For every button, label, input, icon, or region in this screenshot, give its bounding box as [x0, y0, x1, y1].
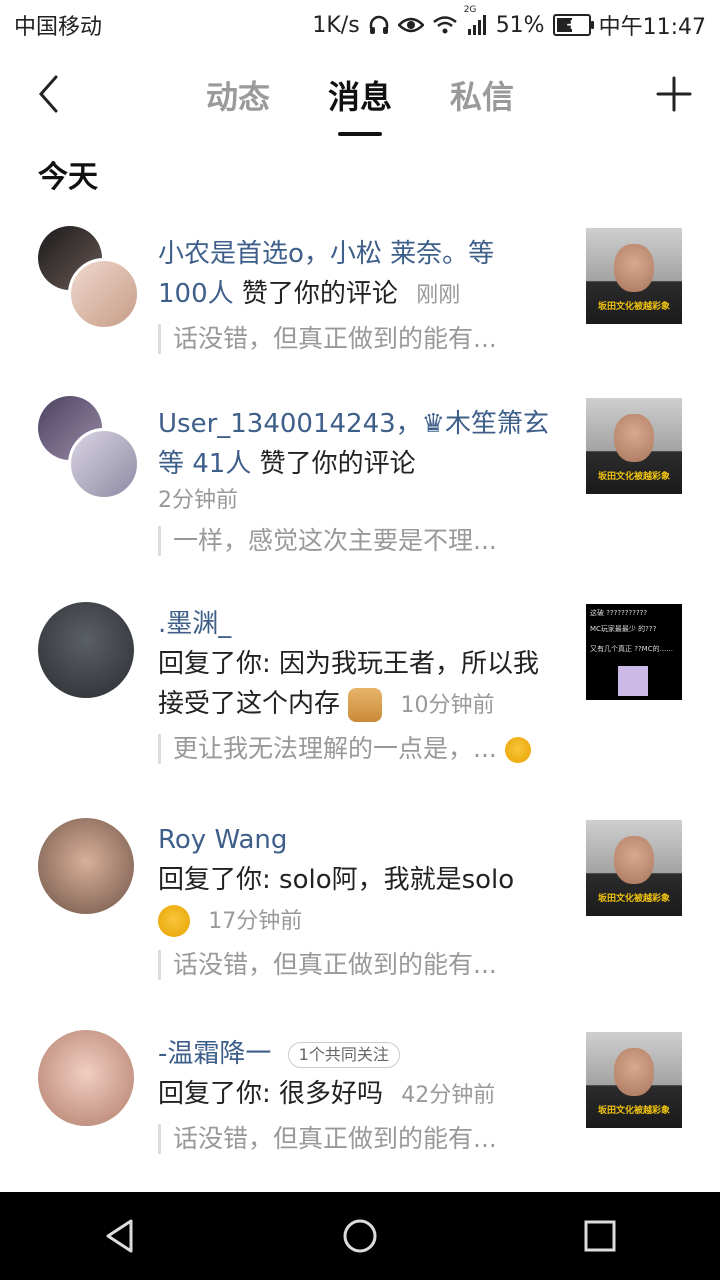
action-text: 赞了你的评论 [259, 449, 416, 479]
thumbnail-line: 这破 ??????????? [590, 609, 648, 617]
cell-signal-icon: 2G [464, 5, 488, 35]
reply-text: 回复了你: 很多好吗 [158, 1079, 384, 1109]
avatar [38, 818, 134, 914]
nav-recents-button[interactable] [570, 1206, 630, 1266]
nav-back-button[interactable] [90, 1206, 150, 1266]
list-item[interactable]: User_1340014243，♛木笙箫玄 等 41人 赞了你的评论 2分钟前 … [0, 396, 720, 556]
add-button[interactable] [654, 72, 694, 116]
square-recents-icon [584, 1220, 616, 1252]
avatar-group[interactable] [38, 1030, 134, 1126]
circle-home-icon [343, 1219, 377, 1253]
like-count[interactable]: 100人 [158, 279, 234, 309]
timestamp: 42分钟前 [401, 1083, 496, 1108]
battery-percent: 51% [495, 12, 545, 38]
thumbnail-caption: 坂田文化被越彩象 [597, 302, 670, 312]
eye-icon [397, 15, 424, 35]
system-nav-bar [0, 1192, 720, 1280]
action-text: 赞了你的评论 [241, 279, 398, 309]
thumbnail-caption: 坂田文化被越彩象 [597, 894, 670, 904]
tab-private-messages[interactable]: 私信 [446, 72, 518, 118]
user-name[interactable]: .墨渊_ [158, 609, 231, 639]
emoji-icon [158, 904, 190, 937]
avatar [68, 258, 140, 330]
top-header: 动态 消息 私信 [0, 50, 720, 140]
plus-icon [656, 76, 692, 112]
signal-tag: 2G [463, 5, 477, 15]
quoted-comment[interactable]: 话没错，但真正做到的能有... [158, 1124, 558, 1154]
reply-text: 回复了你: solo阿，我就是solo [158, 865, 515, 895]
avatar-group[interactable] [38, 818, 134, 914]
quoted-comment[interactable]: 话没错，但真正做到的能有... [158, 324, 558, 354]
doge-emoji-icon [348, 687, 383, 722]
tab-dynamics[interactable]: 动态 [202, 72, 274, 118]
thumbnail-line: 又有几个真正 ??MC的...... [590, 645, 673, 653]
like-count[interactable]: 等 41人 [158, 449, 251, 479]
triangle-back-icon [106, 1219, 133, 1253]
post-thumbnail[interactable]: 这破 ??????????? MC玩家最最少 的??? 又有几个真正 ??MC的… [586, 604, 682, 700]
mutual-follow-badge: 1个共同关注 [287, 1041, 400, 1068]
post-thumbnail[interactable]: 坂田文化被越彩象 [586, 398, 682, 494]
timestamp: 刚刚 [416, 283, 461, 308]
list-item[interactable]: 小农是首选o，小松 莱奈。等 100人 赞了你的评论 刚刚 话没错，但真正做到的… [0, 226, 720, 376]
timestamp: 2分钟前 [158, 488, 238, 513]
avatar-group[interactable] [38, 396, 140, 500]
post-thumbnail[interactable]: 坂田文化被越彩象 [586, 1032, 682, 1128]
quoted-comment-wrap[interactable]: 更让我无法理解的一点是，... [158, 734, 558, 764]
timestamp: 17分钟前 [208, 909, 303, 934]
avatar [38, 602, 134, 698]
wifi-icon [432, 15, 458, 35]
user-names[interactable]: User_1340014243，♛木笙箫玄 [158, 409, 549, 439]
timestamp: 10分钟前 [400, 693, 495, 718]
avatar-group[interactable] [38, 602, 134, 698]
headphones-icon [368, 14, 390, 36]
clock: 中午11:47 [598, 15, 706, 40]
status-bar: 中国移动 1K/s 2G 51% + 中午11:47 [0, 0, 720, 50]
thumbnail-line: MC玩家最最少 的??? [590, 625, 657, 633]
avatar [68, 428, 140, 500]
post-thumbnail[interactable]: 坂田文化被越彩象 [586, 820, 682, 916]
quoted-comment[interactable]: 一样，感觉这次主要是不理... [158, 526, 558, 556]
user-names[interactable]: 小农是首选o，小松 莱奈。等 [158, 239, 494, 269]
avatar [38, 1030, 134, 1126]
carrier-name: 中国移动 [14, 15, 103, 40]
post-thumbnail[interactable]: 坂田文化被越彩象 [586, 228, 682, 324]
user-name[interactable]: Roy Wang [158, 825, 287, 855]
nav-home-button[interactable] [330, 1206, 390, 1266]
list-item[interactable]: Roy Wang 回复了你: solo阿，我就是solo 17分钟前 话没错，但… [0, 818, 720, 998]
network-speed: 1K/s [312, 12, 360, 38]
thumbnail-caption: 坂田文化被越彩象 [597, 472, 670, 482]
user-name[interactable]: -温霜降一 [158, 1039, 271, 1069]
emoji-icon [504, 737, 531, 763]
section-title-today: 今天 [38, 160, 98, 195]
list-item[interactable]: .墨渊_ 回复了你: 因为我玩王者，所以我接受了这个内存 10分钟前 更让我无法… [0, 602, 720, 782]
tab-bar: 动态 消息 私信 [0, 50, 720, 140]
thumbnail-caption: 坂田文化被越彩象 [597, 1106, 670, 1116]
tab-messages[interactable]: 消息 [324, 72, 396, 118]
battery-icon: + [552, 14, 594, 36]
list-item[interactable]: -温霜降一 1个共同关注 回复了你: 很多好吗 42分钟前 话没错，但真正做到的… [0, 1030, 720, 1170]
quoted-comment[interactable]: 话没错，但真正做到的能有... [158, 950, 558, 980]
avatar-group[interactable] [38, 226, 140, 330]
quoted-comment: 更让我无法理解的一点是，... [173, 734, 497, 763]
